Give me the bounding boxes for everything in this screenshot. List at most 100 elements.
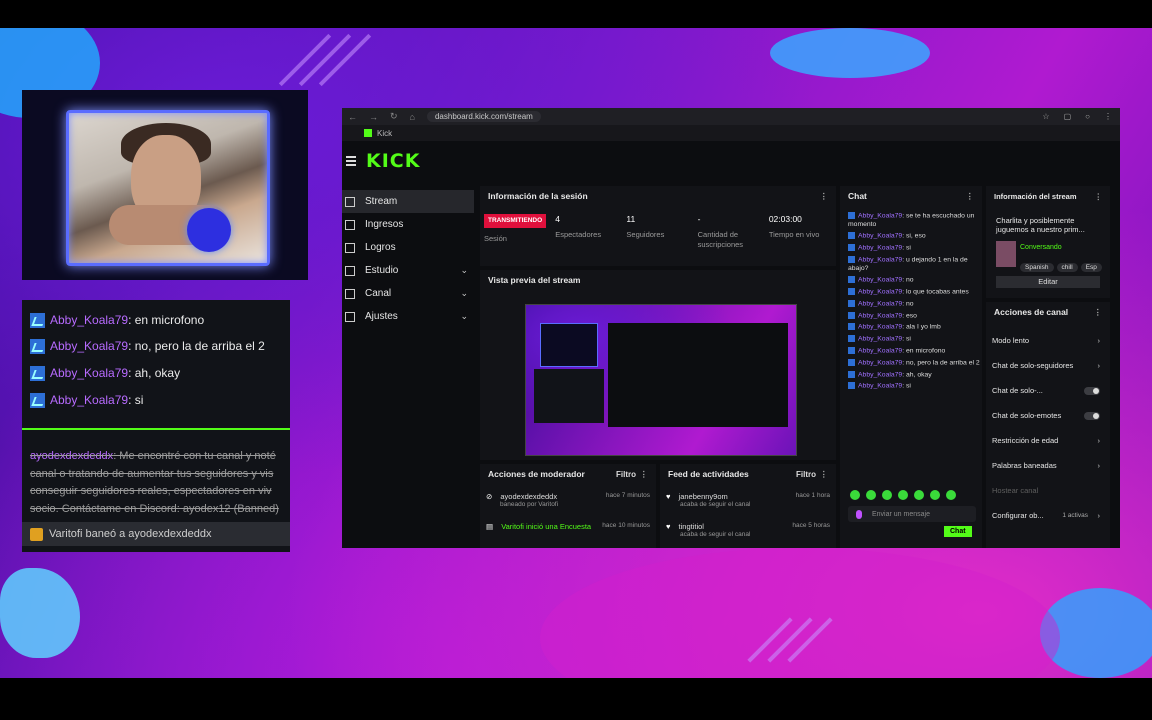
emote-icon[interactable] — [930, 490, 940, 500]
stat-value: - — [697, 214, 701, 224]
kick-badge-icon — [848, 255, 855, 263]
url-field[interactable]: dashboard.kick.com/stream — [426, 111, 541, 122]
chat-message-input[interactable]: Enviar un mensaje — [848, 506, 976, 522]
sidebar-item-label: Estudio — [365, 265, 399, 276]
more-options-icon[interactable]: ⋮ — [820, 191, 829, 202]
age-restriction-row[interactable]: Restricción de edad › — [986, 428, 1110, 453]
activity-sub: acaba de seguir el canal — [680, 531, 751, 538]
stat-label: Seguidores — [626, 230, 665, 239]
home-icon[interactable]: ⌂ — [410, 112, 415, 122]
reload-icon[interactable]: ↻ — [390, 111, 398, 122]
emote-icon[interactable] — [882, 490, 892, 500]
bookmark-star-icon[interactable]: ☆ — [1042, 112, 1049, 121]
emote-icon[interactable] — [914, 490, 924, 500]
stat-value: 11 — [626, 214, 636, 224]
tab-bar: Kick — [342, 125, 1120, 141]
activity-time: hace 1 hora — [795, 492, 830, 499]
more-options-icon[interactable]: ⋮ — [966, 191, 975, 202]
sidebar-item-estudio[interactable]: Estudio ⌄ — [342, 259, 474, 282]
action-label: Palabras baneadas — [992, 461, 1057, 470]
more-options-icon[interactable]: ⋮ — [820, 469, 829, 480]
tag-badge[interactable]: Esp — [1080, 263, 1102, 272]
forward-icon[interactable]: → — [369, 112, 378, 122]
emote-icon[interactable] — [866, 490, 876, 500]
category-name[interactable]: Conversando — [1020, 244, 1062, 251]
stream-preview-video[interactable] — [525, 304, 797, 456]
stream-info-title: Información del stream ⋮ — [986, 186, 1110, 208]
settings-icon — [345, 311, 355, 322]
tag-badge[interactable]: chill — [1056, 263, 1078, 272]
mod-action-row[interactable]: ▤ Varitofi inició una Encuesta hace 10 m… — [486, 522, 654, 531]
microphone-icon — [856, 509, 862, 519]
side-navigation: Stream Ingresos Logros Estudio ⌄ Canal ⌄… — [342, 190, 474, 328]
mod-actions-title: Acciones de moderador Filtro ⋮ — [480, 464, 656, 484]
sidebar-item-stream[interactable]: Stream — [342, 190, 474, 213]
kick-logo[interactable]: KICK — [366, 150, 420, 172]
dashboard-header: KICK — [342, 141, 1120, 181]
chat-divider — [22, 428, 290, 430]
browser-window: ← → ↻ ⌂ dashboard.kick.com/stream ☆ ▢ ○ … — [342, 108, 1120, 548]
more-options-icon[interactable]: ⋮ — [640, 469, 649, 480]
banned-words-row[interactable]: Palabras baneadas › — [986, 453, 1110, 478]
edit-stream-button[interactable]: Editar — [996, 276, 1100, 288]
emote-icon[interactable] — [898, 490, 908, 500]
sidebar-item-logros[interactable]: Logros — [342, 236, 474, 259]
profile-icon[interactable]: ○ — [1085, 112, 1090, 121]
chat-message-list[interactable]: Abby_Koala79: se te ha escuchado un mome… — [840, 212, 980, 482]
butterfly-decoration — [0, 568, 80, 658]
revenue-icon — [345, 219, 355, 230]
sidebar-item-canal[interactable]: Canal ⌄ — [342, 282, 474, 305]
chat-text: : lo que tocabas antes — [902, 288, 969, 296]
mod-actions-panel: Acciones de moderador Filtro ⋮ ⊘ ayodexd… — [480, 464, 656, 548]
kick-badge-icon — [848, 382, 855, 390]
chat-panel: Chat ⋮ Abby_Koala79: se te ha escuchado … — [840, 186, 982, 548]
overlay-chat-line: Abby_Koala79 : ah, okay — [30, 363, 180, 383]
tag-badge[interactable]: Spanish — [1020, 263, 1054, 272]
followers-only-chat-row[interactable]: Chat de solo-seguidores › — [986, 353, 1110, 378]
emotes-only-chat-row: Chat de solo-emotes — [986, 403, 1110, 428]
browser-menu-icon[interactable]: ⋮ — [1104, 112, 1112, 121]
kick-badge-icon — [848, 335, 855, 343]
category-thumbnail — [996, 241, 1016, 267]
filter-button[interactable]: Filtro — [796, 470, 816, 479]
action-label: Configurar ob... — [992, 511, 1044, 520]
chat-send-button[interactable]: Chat — [944, 526, 972, 537]
extensions-icon[interactable]: ▢ — [1064, 112, 1072, 121]
activity-row[interactable]: ♥ janebenny9om hace 1 hora acaba de segu… — [666, 492, 834, 508]
mod-action-row[interactable]: ⊘ ayodexdexdeddx hace 7 minutos baneado … — [486, 492, 654, 508]
poll-icon: ▤ — [486, 522, 494, 531]
chat-message: Abby_Koala79: si — [840, 244, 980, 253]
sidebar-item-ingresos[interactable]: Ingresos — [342, 213, 474, 236]
chat-input-placeholder: Enviar un mensaje — [872, 510, 930, 518]
toggle-switch[interactable] — [1084, 386, 1100, 395]
emote-bar — [850, 490, 956, 500]
slow-mode-row[interactable]: Modo lento › — [986, 328, 1110, 353]
sidebar-item-ajustes[interactable]: Ajustes ⌄ — [342, 305, 474, 328]
chat-username: Abby_Koala79 — [858, 323, 903, 331]
emote-icon[interactable] — [850, 490, 860, 500]
more-options-icon[interactable]: ⋮ — [1094, 307, 1103, 318]
overlay-chat-line: Abby_Koala79 : si — [30, 390, 143, 410]
activity-feed-title: Feed de actividades Filtro ⋮ — [660, 464, 836, 484]
more-options-icon[interactable]: ⋮ — [1095, 192, 1103, 202]
chat-message: Abby_Koala79: se te ha escuchado un mome… — [840, 212, 980, 229]
configure-row[interactable]: Configurar ob... 1 activas › — [986, 503, 1110, 528]
toggle-switch[interactable] — [1084, 411, 1100, 420]
moderator-shield-icon — [30, 527, 43, 541]
back-icon[interactable]: ← — [348, 112, 357, 122]
mod-action-main: Varitofi inició una Encuesta — [501, 522, 592, 531]
browser-tab-kick[interactable]: Kick — [377, 129, 392, 138]
activity-row[interactable]: ♥ tingtitiol hace 5 horas acaba de segui… — [666, 522, 834, 538]
chat-username: Abby_Koala79 — [50, 339, 129, 353]
kick-badge-icon — [848, 323, 855, 331]
stat-viewers: 4 Espectadores — [551, 210, 622, 260]
panel-title-text: Información de la sesión — [488, 191, 588, 201]
letterbox-top — [0, 0, 1152, 28]
emote-icon[interactable] — [946, 490, 956, 500]
hamburger-menu-icon[interactable] — [346, 154, 356, 168]
action-label: Chat de solo-seguidores — [992, 361, 1074, 370]
sidebar-item-label: Ingresos — [365, 219, 404, 230]
stat-label: Cantidad de suscripciones — [697, 230, 744, 249]
chat-title: Chat ⋮ — [840, 186, 982, 206]
filter-button[interactable]: Filtro — [616, 470, 636, 479]
